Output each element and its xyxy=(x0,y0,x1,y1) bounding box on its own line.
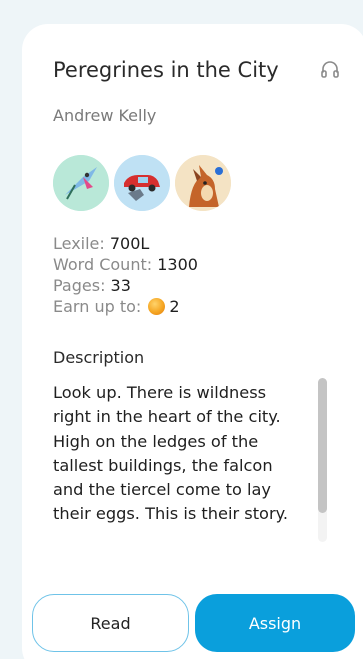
read-button[interactable]: Read xyxy=(32,594,189,652)
pages-value: 33 xyxy=(110,276,131,295)
assign-button[interactable]: Assign xyxy=(195,594,355,652)
lexile-label: Lexile: xyxy=(53,234,110,253)
description-scrollbar[interactable] xyxy=(318,378,327,542)
description-text: Look up. There is wildness right in the … xyxy=(53,383,289,524)
description-heading: Description xyxy=(53,348,145,367)
earn-row: Earn up to: 2 xyxy=(53,296,198,317)
coin-icon xyxy=(148,298,166,315)
red-car-avatar xyxy=(114,155,170,211)
word-count-value: 1300 xyxy=(157,255,198,274)
lexile-value: 700L xyxy=(109,234,150,253)
earn-value: 2 xyxy=(169,297,180,316)
pages-row: Pages: 33 xyxy=(53,275,198,296)
headphones-icon[interactable] xyxy=(318,58,342,82)
book-stats: Lexile: 700L Word Count: 1300 Pages: 33 … xyxy=(53,233,198,317)
word-count-label: Word Count: xyxy=(53,255,158,274)
word-count-row: Word Count: 1300 xyxy=(53,254,198,275)
pages-label: Pages: xyxy=(53,276,111,295)
lexile-row: Lexile: 700L xyxy=(53,233,198,254)
app-frame: Peregrines in the City Andrew Kelly Lexi… xyxy=(0,0,363,659)
scrollbar-thumb[interactable] xyxy=(318,378,327,513)
book-title: Peregrines in the City xyxy=(53,58,279,82)
falcon-avatar xyxy=(53,155,109,211)
earn-label: Earn up to: xyxy=(53,297,147,316)
dog-avatar xyxy=(175,155,231,211)
book-author: Andrew Kelly xyxy=(53,106,157,125)
